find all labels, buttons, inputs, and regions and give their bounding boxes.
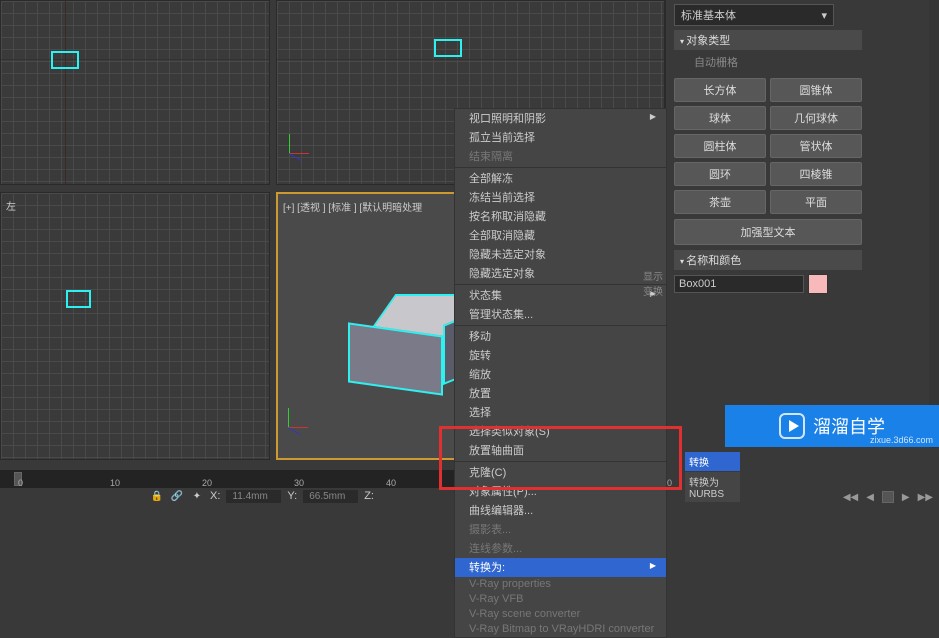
primitive-button[interactable]: 长方体 bbox=[674, 78, 766, 102]
selection-box bbox=[51, 51, 79, 69]
primitive-button[interactable]: 圆柱体 bbox=[674, 134, 766, 158]
context-menu-item[interactable]: 隐藏未选定对象 bbox=[455, 245, 666, 264]
section-name-color[interactable]: 名称和颜色 bbox=[674, 250, 862, 270]
prev-frame-icon[interactable]: ◀◀ bbox=[843, 492, 858, 503]
watermark-logo: 溜溜自学 zixue.3d66.com bbox=[725, 405, 939, 447]
context-menu-item[interactable]: 放置 bbox=[455, 384, 666, 403]
chevron-down-icon: ▾ bbox=[821, 9, 827, 22]
viewport-top[interactable] bbox=[0, 0, 270, 185]
y-value[interactable]: 66.5mm bbox=[303, 490, 358, 503]
axis-gizmo bbox=[289, 124, 319, 154]
add-type-button[interactable]: 加强型文本 bbox=[674, 219, 862, 245]
timeline-tick: 10 bbox=[110, 478, 120, 488]
context-menu-item[interactable]: V-Ray Bitmap to VRayHDRI converter bbox=[455, 622, 666, 637]
auto-grid-checkbox[interactable]: 自动栅格 bbox=[674, 52, 862, 76]
context-menu-item[interactable]: 选择类似对象(S) bbox=[455, 422, 666, 441]
logo-subtext: zixue.3d66.com bbox=[870, 435, 933, 445]
viewport-label: [+] [透视 ] [标准 ] [默认明暗处理 bbox=[283, 199, 422, 214]
primitive-button[interactable]: 四棱锥 bbox=[770, 162, 862, 186]
stop-icon[interactable] bbox=[882, 491, 894, 503]
selection-box bbox=[434, 39, 462, 57]
context-menu-item[interactable]: 对象属性(P)... bbox=[455, 482, 666, 501]
checkbox-label: 自动栅格 bbox=[694, 57, 738, 69]
context-menu-item[interactable]: 放置轴曲面 bbox=[455, 441, 666, 460]
key-icon[interactable]: ✦ bbox=[190, 489, 204, 503]
selection-box bbox=[66, 290, 91, 308]
context-menu-item[interactable]: 转换为: bbox=[455, 558, 666, 577]
context-menu-item[interactable]: 连线参数... bbox=[455, 539, 666, 558]
link-icon[interactable]: 🔗 bbox=[170, 489, 184, 503]
primitive-buttons: 长方体圆锥体球体几何球体圆柱体管状体圆环四棱锥茶壶平面 bbox=[674, 76, 862, 216]
dropdown-label: 标准基本体 bbox=[681, 7, 736, 23]
context-menu-item[interactable]: 移动 bbox=[455, 325, 666, 346]
primitive-button[interactable]: 平面 bbox=[770, 190, 862, 214]
prev-icon[interactable]: ◀ bbox=[866, 492, 874, 503]
context-menu-item[interactable]: 摄影表... bbox=[455, 520, 666, 539]
context-menu-item[interactable]: 结束隔离 bbox=[455, 147, 666, 166]
color-swatch[interactable] bbox=[808, 274, 828, 294]
timeline-tick: 30 bbox=[294, 478, 304, 488]
primitive-button[interactable]: 圆环 bbox=[674, 162, 766, 186]
context-menu-item[interactable]: 孤立当前选择 bbox=[455, 128, 666, 147]
z-label: Z: bbox=[364, 490, 374, 502]
section-object-type[interactable]: 对象类型 bbox=[674, 30, 862, 50]
context-menu-item[interactable]: 全部解冻 bbox=[455, 167, 666, 188]
lock-icon[interactable]: 🔒 bbox=[150, 489, 164, 503]
object-name-input[interactable] bbox=[674, 275, 804, 293]
primitive-button[interactable]: 几何球体 bbox=[770, 106, 862, 130]
context-menu-item[interactable]: 隐藏选定对象 bbox=[455, 264, 666, 283]
primitive-button[interactable]: 茶壶 bbox=[674, 190, 766, 214]
primitive-button[interactable]: 圆锥体 bbox=[770, 78, 862, 102]
submenu-item[interactable]: 转换 bbox=[685, 452, 740, 471]
next-icon[interactable]: ▶▶ bbox=[918, 492, 933, 503]
quad-menu-header: 显示 变换 bbox=[643, 268, 663, 298]
convert-submenu: 转换 转换为 NURBS bbox=[685, 452, 740, 503]
context-menu-item[interactable]: 状态集 bbox=[455, 284, 666, 305]
timeline-tick: 0 bbox=[18, 478, 23, 488]
primitive-dropdown[interactable]: 标准基本体 ▾ bbox=[674, 4, 834, 26]
context-menu-item[interactable]: 缩放 bbox=[455, 365, 666, 384]
y-label: Y: bbox=[287, 490, 297, 502]
context-menu-item[interactable]: 选择 bbox=[455, 403, 666, 422]
context-menu-item[interactable]: 管理状态集... bbox=[455, 305, 666, 324]
timeline-tick: 20 bbox=[202, 478, 212, 488]
context-menu-item[interactable]: 按名称取消隐藏 bbox=[455, 207, 666, 226]
primitive-button[interactable]: 球体 bbox=[674, 106, 766, 130]
context-menu: 视口照明和阴影孤立当前选择结束隔离全部解冻冻结当前选择按名称取消隐藏全部取消隐藏… bbox=[454, 108, 667, 638]
context-menu-item[interactable]: 视口照明和阴影 bbox=[455, 109, 666, 128]
viewport-label: 左 bbox=[6, 198, 16, 213]
context-menu-item[interactable]: V-Ray VFB bbox=[455, 592, 666, 607]
context-menu-item[interactable]: V-Ray properties bbox=[455, 577, 666, 592]
viewport-left[interactable]: 左 bbox=[0, 192, 270, 460]
panel-scrollbar[interactable] bbox=[929, 0, 939, 448]
axis-gizmo bbox=[288, 398, 318, 428]
context-menu-item[interactable]: V-Ray scene converter bbox=[455, 607, 666, 622]
context-menu-item[interactable]: 旋转 bbox=[455, 346, 666, 365]
context-menu-item[interactable]: 全部取消隐藏 bbox=[455, 226, 666, 245]
context-menu-item[interactable]: 冻结当前选择 bbox=[455, 188, 666, 207]
primitive-button[interactable]: 管状体 bbox=[770, 134, 862, 158]
timeline-tick: 40 bbox=[386, 478, 396, 488]
context-menu-item[interactable]: 克隆(C) bbox=[455, 461, 666, 482]
x-value[interactable]: 11.4mm bbox=[226, 490, 281, 503]
submenu-item[interactable]: 转换为 NURBS bbox=[685, 472, 740, 502]
x-label: X: bbox=[210, 490, 220, 502]
playback-controls: ◀◀ ◀ ▶ ▶▶ bbox=[843, 490, 933, 504]
play-icon[interactable]: ▶ bbox=[902, 492, 910, 503]
play-icon bbox=[779, 413, 805, 439]
